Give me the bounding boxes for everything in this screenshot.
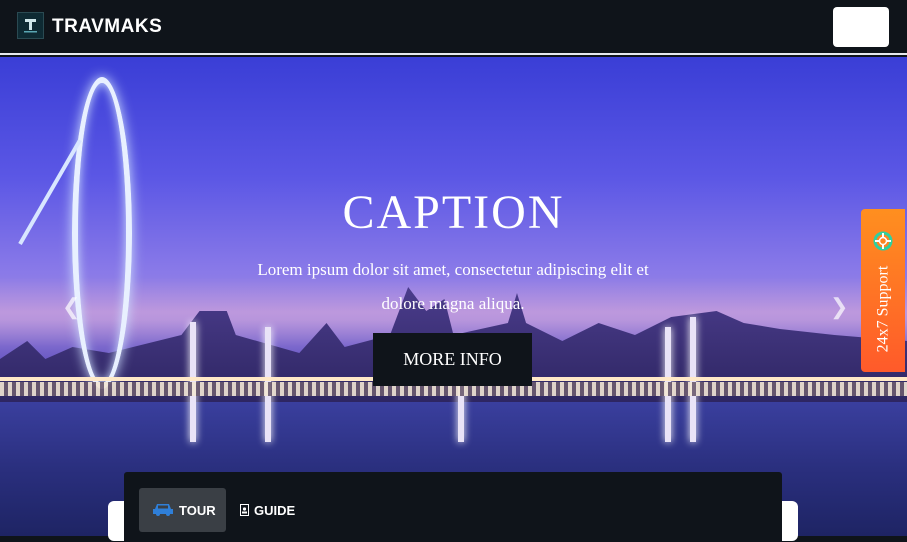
support-label-wrap: 24x7 Support (861, 259, 905, 359)
hero-carousel: ❮ ❯ CAPTION Lorem ipsum dolor sit amet, … (0, 57, 907, 536)
car-icon (152, 502, 174, 518)
brand-name[interactable]: TRAVMAKS (52, 16, 162, 38)
lifebuoy-icon (873, 231, 893, 251)
tab-tour-label: TOUR (179, 502, 216, 518)
chevron-left-icon[interactable]: ❮ (62, 294, 80, 320)
top-navbar: TRAVMAKS (0, 0, 907, 55)
id-card-icon (240, 504, 249, 516)
booking-tabs: TOUR GUIDE (124, 472, 782, 542)
support-label: 24x7 Support (874, 265, 892, 353)
support-tab[interactable]: 24x7 Support (861, 209, 905, 372)
tab-tour[interactable]: TOUR (139, 488, 226, 532)
more-info-button[interactable]: MORE INFO (373, 333, 532, 386)
tab-guide-label: GUIDE (254, 502, 296, 518)
chevron-right-icon[interactable]: ❯ (830, 294, 848, 320)
menu-toggle-button[interactable] (833, 7, 889, 47)
hero-caption-text: Lorem ipsum dolor sit amet, consectetur … (257, 260, 649, 313)
hero-caption-title: CAPTION (342, 186, 565, 239)
tab-guide[interactable]: GUIDE (240, 488, 300, 532)
brand-logo-icon[interactable] (17, 12, 44, 39)
